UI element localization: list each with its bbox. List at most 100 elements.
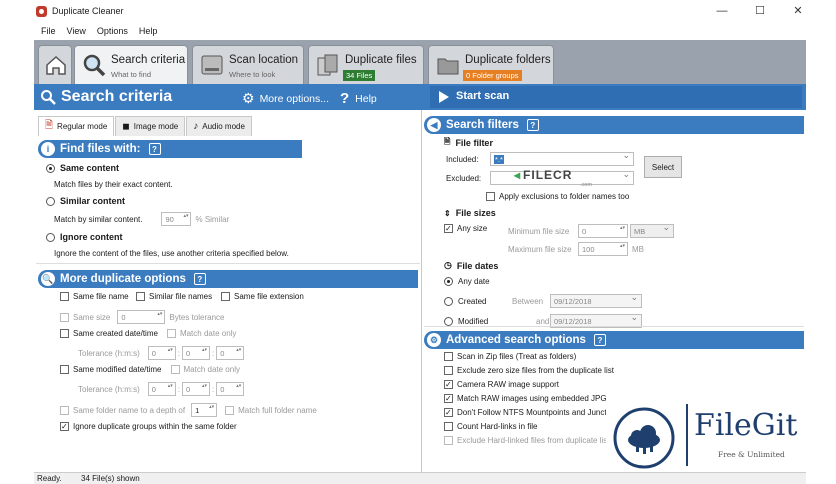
modified-tolerance-label: Tolerance (h:m:s) <box>78 384 140 394</box>
advanced-option[interactable]: Match RAW images using embedded JPG <box>444 394 607 403</box>
gear-icon: ⚙ <box>427 333 441 347</box>
modified-hours-stepper[interactable]: 0 <box>147 382 176 396</box>
menu-help[interactable]: Help <box>139 26 158 36</box>
any-date-option[interactable]: Any date <box>444 277 490 286</box>
tab-image-mode[interactable]: ◼ Image mode <box>115 116 186 136</box>
filecr-name: FILECR <box>523 168 573 182</box>
similar-file-names-option[interactable]: Similar file names <box>136 292 212 301</box>
min-size-stepper[interactable]: 0 <box>578 224 628 238</box>
same-created-checkbox[interactable] <box>60 329 69 338</box>
exclude-hardlinked-checkbox[interactable] <box>444 436 453 445</box>
minimize-button[interactable]: — <box>702 0 742 22</box>
start-scan-button[interactable]: Start scan <box>430 86 802 108</box>
ntfs-mountpoints-checkbox[interactable] <box>444 408 453 417</box>
ignore-content-radio[interactable] <box>46 232 55 242</box>
apply-exclusions-checkbox[interactable] <box>486 192 495 201</box>
advanced-option[interactable]: Count Hard-links in file <box>444 422 537 431</box>
created-minutes-stepper[interactable]: 0 <box>182 346 211 360</box>
file-dates-label: File dates <box>456 260 499 271</box>
max-size-stepper[interactable]: 100 <box>578 242 628 256</box>
similar-content-label: Similar content <box>60 196 126 206</box>
filegit-tagline: Free & Unlimited <box>718 450 785 459</box>
same-file-name-checkbox[interactable] <box>60 292 69 301</box>
same-file-name-option[interactable]: Same file name <box>60 292 129 301</box>
menu-view[interactable]: View <box>67 26 86 36</box>
help-icon[interactable]: ? <box>148 143 161 155</box>
modified-date-radio[interactable] <box>444 316 453 326</box>
any-size-checkbox[interactable] <box>444 224 453 233</box>
tab-search-criteria[interactable]: Search criteria What to find <box>74 45 188 84</box>
menu-file[interactable]: File <box>41 26 56 36</box>
any-date-radio[interactable] <box>444 277 453 286</box>
tab-scan-location[interactable]: Scan location Where to look <box>192 45 304 84</box>
same-folder-checkbox[interactable] <box>60 405 69 415</box>
help-icon[interactable]: ? <box>193 273 206 285</box>
created-hours-stepper[interactable]: 0 <box>147 346 176 360</box>
file-sizes-label: File sizes <box>455 208 496 218</box>
advanced-option[interactable]: Camera RAW image support <box>444 380 559 389</box>
same-modified-checkbox[interactable] <box>60 365 69 374</box>
more-options-button[interactable]: ⚙ More options... <box>242 90 329 107</box>
page-header: Search criteria ⚙ More options... ? Help… <box>34 84 806 110</box>
modified-seconds-stepper[interactable]: 0 <box>216 382 245 396</box>
same-size-checkbox[interactable] <box>60 312 69 322</box>
same-content-radio[interactable] <box>46 163 55 173</box>
exclude-zero-size-checkbox[interactable] <box>444 366 453 375</box>
advanced-option[interactable]: Scan in Zip files (Treat as folders) <box>444 352 576 361</box>
size-arrows-icon: ⇕ <box>444 208 451 218</box>
help-button[interactable]: ? Help <box>340 90 377 107</box>
advanced-option[interactable]: Exclude Hard-linked files from duplicate… <box>444 436 610 445</box>
min-size-unit-select[interactable]: MB <box>630 222 674 238</box>
same-file-extension-checkbox[interactable] <box>221 292 230 301</box>
close-button[interactable]: ✕ <box>778 0 818 22</box>
similar-percent-stepper[interactable]: 90 <box>161 212 192 226</box>
similar-file-names-label: Similar file names <box>149 292 213 301</box>
camera-icon: ◼ <box>122 121 130 131</box>
folder-depth-stepper[interactable]: 1 <box>191 403 218 417</box>
similar-content-option[interactable]: Similar content <box>46 196 125 206</box>
tab-scan-location-label: Scan location <box>229 54 299 66</box>
ignore-groups-checkbox[interactable] <box>60 422 69 431</box>
same-file-extension-option[interactable]: Same file extension <box>221 292 304 301</box>
count-hardlinks-checkbox[interactable] <box>444 422 453 431</box>
tab-home[interactable] <box>38 45 72 84</box>
advanced-option[interactable]: Exclude zero size files from the duplica… <box>444 366 614 375</box>
camera-raw-checkbox[interactable] <box>444 380 453 389</box>
created-match-date-only-checkbox[interactable] <box>166 329 176 338</box>
help-icon[interactable]: ? <box>593 334 606 346</box>
filter-icon: ◀ <box>427 118 441 132</box>
created-date-radio[interactable] <box>444 296 453 306</box>
ignore-groups-option[interactable]: Ignore duplicate groups within the same … <box>60 422 237 431</box>
search-filters-section-header: ◀ Search filters ? <box>424 116 804 134</box>
ignore-content-option[interactable]: Ignore content <box>46 232 123 242</box>
excluded-label: Excluded: <box>446 173 482 183</box>
help-icon[interactable]: ? <box>526 119 539 131</box>
similar-file-names-checkbox[interactable] <box>136 292 145 301</box>
tab-duplicate-files[interactable]: Duplicate files 34 Files <box>308 45 424 84</box>
any-size-option[interactable]: Any size <box>444 224 487 233</box>
created-seconds-stepper[interactable]: 0 <box>216 346 245 360</box>
tab-duplicate-folders[interactable]: Duplicate folders 0 Folder groups <box>428 45 554 84</box>
modified-minutes-stepper[interactable]: 0 <box>182 382 211 396</box>
menu-options[interactable]: Options <box>97 26 128 36</box>
same-size-stepper[interactable]: 0 <box>117 310 166 324</box>
file-dates-heading: ◷ File dates <box>444 260 498 271</box>
created-date-picker[interactable]: 09/12/2018 <box>550 292 642 308</box>
included-combo[interactable]: *.* <box>490 150 634 166</box>
similar-unit-label: % Similar <box>195 214 230 224</box>
modified-match-date-only-checkbox[interactable] <box>170 365 180 374</box>
maximize-button[interactable]: ☐ <box>740 0 780 22</box>
match-full-folder-checkbox[interactable] <box>225 405 235 415</box>
advanced-option[interactable]: Don't Follow NTFS Mountpoints and Juncti… <box>444 408 621 417</box>
apply-exclusions-option[interactable]: Apply exclusions to folder names too <box>486 192 629 201</box>
select-button[interactable]: Select <box>644 156 682 178</box>
divider <box>36 263 420 264</box>
tab-regular-mode[interactable]: 🗎 Regular mode <box>38 116 115 136</box>
zip-scan-checkbox[interactable] <box>444 352 453 361</box>
tab-audio-mode[interactable]: ♪ Audio mode <box>186 116 252 136</box>
file-sizes-heading: ⇕ File sizes <box>444 208 496 218</box>
search-icon: 🔍 <box>41 272 55 286</box>
match-raw-jpg-checkbox[interactable] <box>444 394 453 403</box>
same-content-option[interactable]: Same content <box>46 163 119 173</box>
similar-content-radio[interactable] <box>46 196 55 206</box>
